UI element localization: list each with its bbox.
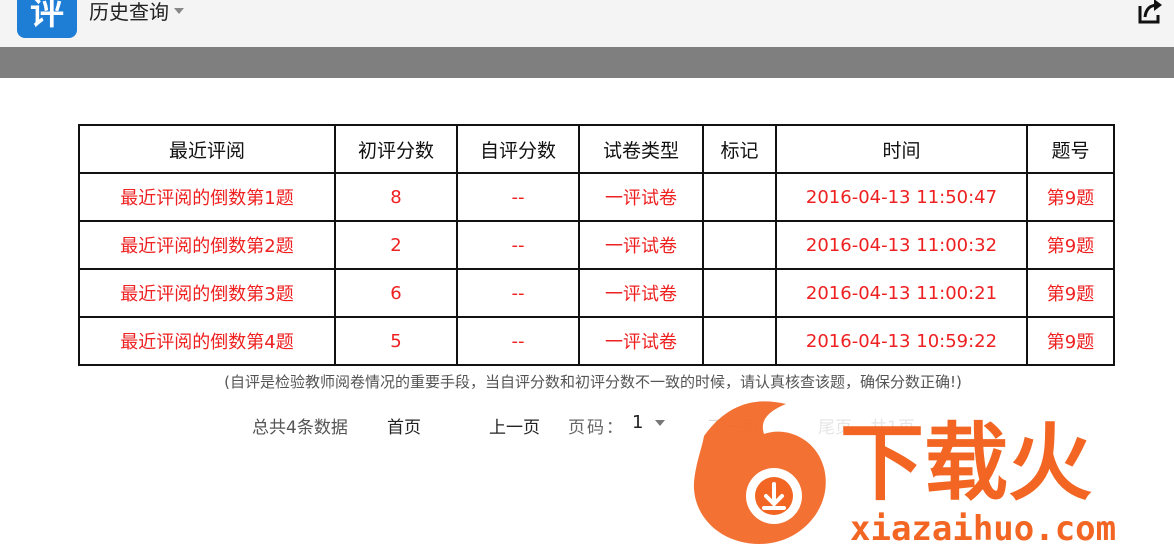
column-header: 初评分数 xyxy=(334,124,458,174)
column-header: 时间 xyxy=(775,124,1028,174)
cell-initial-score: 5 xyxy=(334,316,458,366)
self-review-note: (自评是检验教师阅卷情况的重要手段，当自评分数和初评分数不一致的时候，请认真核查… xyxy=(224,373,962,391)
cell-paper-type: 一评试卷 xyxy=(578,316,704,366)
app-logo-text: 评 xyxy=(30,0,64,33)
table-row[interactable]: 最近评阅的倒数第1题 8 -- 一评试卷 2016-04-13 11:50:47… xyxy=(78,172,1115,222)
cell-self-score: -- xyxy=(456,316,580,366)
first-page-button[interactable]: 首页 xyxy=(387,413,421,438)
cell-mark xyxy=(702,268,777,318)
page-number-select[interactable]: 1 xyxy=(632,412,643,433)
column-header: 试卷类型 xyxy=(578,124,704,174)
app-logo: 评 xyxy=(17,0,77,38)
history-table: 最近评阅 初评分数 自评分数 试卷类型 标记 时间 题号 最近评阅的倒数第1题 … xyxy=(78,124,1115,366)
chevron-down-icon[interactable] xyxy=(174,8,184,14)
prev-page-button[interactable]: 上一页 xyxy=(489,413,540,438)
cell-question: 第9题 xyxy=(1026,268,1115,318)
cell-item[interactable]: 最近评阅的倒数第1题 xyxy=(78,172,336,222)
cell-self-score: -- xyxy=(456,220,580,270)
table-row[interactable]: 最近评阅的倒数第3题 6 -- 一评试卷 2016-04-13 11:00:21… xyxy=(78,268,1115,318)
watermark-brand-text: 下载火 xyxy=(840,414,1092,512)
cell-paper-type: 一评试卷 xyxy=(578,220,704,270)
column-header: 标记 xyxy=(702,124,777,174)
cell-paper-type: 一评试卷 xyxy=(578,172,704,222)
table-header-row: 最近评阅 初评分数 自评分数 试卷类型 标记 时间 题号 xyxy=(78,124,1115,174)
cell-question: 第9题 xyxy=(1026,172,1115,222)
chevron-down-icon[interactable] xyxy=(655,420,665,426)
cell-mark xyxy=(702,172,777,222)
cell-question: 第9题 xyxy=(1026,316,1115,366)
cell-time: 2016-04-13 10:59:22 xyxy=(775,316,1028,366)
cell-self-score: -- xyxy=(456,268,580,318)
watermark-logo: 下载火 xiazaihuo.com xyxy=(693,401,1116,548)
cell-question: 第9题 xyxy=(1026,220,1115,270)
cell-item[interactable]: 最近评阅的倒数第3题 xyxy=(78,268,336,318)
top-bar: 评 历史查询 xyxy=(0,0,1174,47)
cell-initial-score: 2 xyxy=(334,220,458,270)
cell-self-score: -- xyxy=(456,172,580,222)
cell-time: 2016-04-13 11:50:47 xyxy=(775,172,1028,222)
cell-initial-score: 6 xyxy=(334,268,458,318)
export-icon[interactable] xyxy=(1136,0,1166,26)
cell-item[interactable]: 最近评阅的倒数第2题 xyxy=(78,220,336,270)
table-row[interactable]: 最近评阅的倒数第2题 2 -- 一评试卷 2016-04-13 11:00:32… xyxy=(78,220,1115,270)
cell-time: 2016-04-13 11:00:32 xyxy=(775,220,1028,270)
cell-item[interactable]: 最近评阅的倒数第4题 xyxy=(78,316,336,366)
total-count: 总共4条数据 xyxy=(252,418,348,438)
cell-mark xyxy=(702,316,777,366)
page-number-label: 页码： xyxy=(568,418,625,438)
table-row[interactable]: 最近评阅的倒数第4题 5 -- 一评试卷 2016-04-13 10:59:22… xyxy=(78,316,1115,366)
column-header: 题号 xyxy=(1026,124,1115,174)
cell-initial-score: 8 xyxy=(334,172,458,222)
cell-paper-type: 一评试卷 xyxy=(578,268,704,318)
cell-time: 2016-04-13 11:00:21 xyxy=(775,268,1028,318)
watermark-url-text: xiazaihuo.com xyxy=(850,509,1116,548)
page-title[interactable]: 历史查询 xyxy=(89,0,169,26)
column-header: 自评分数 xyxy=(456,124,580,174)
toolbar-strip xyxy=(0,47,1174,78)
column-header: 最近评阅 xyxy=(78,124,336,174)
cell-mark xyxy=(702,220,777,270)
